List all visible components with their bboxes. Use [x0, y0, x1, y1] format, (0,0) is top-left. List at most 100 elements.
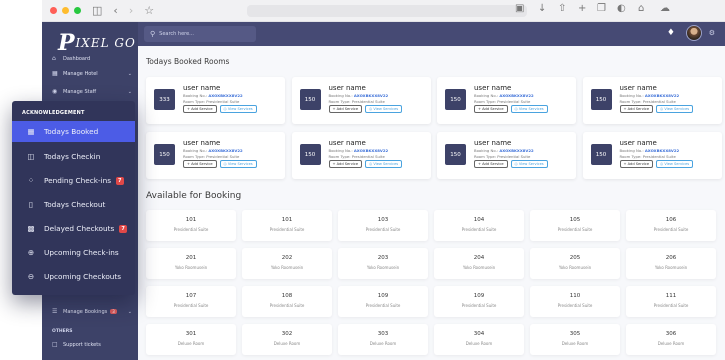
address-bar[interactable]	[247, 5, 527, 17]
available-room-card[interactable]: 104 Presidential Suite	[434, 210, 524, 241]
room-number: 305	[569, 331, 581, 337]
add-service-button[interactable]: + Add Service	[183, 105, 217, 113]
view-services-button[interactable]: ◎ View Services	[656, 105, 694, 113]
available-room-card[interactable]: 301 Deluxe Room	[146, 324, 236, 355]
booking-number: Booking No.: AXOXBKXX8V22	[619, 93, 680, 98]
booked-room-card[interactable]: 150 user name Booking No.: AXOXBKXX8V22 Roo…	[582, 77, 722, 124]
add-service-button[interactable]: + Add Service	[328, 105, 363, 113]
sidebar-toggle-icon[interactable]: ◫	[92, 5, 102, 16]
view-services-button[interactable]: ◎ View Services	[510, 160, 548, 168]
add-service-button[interactable]: + Add Service	[474, 160, 508, 168]
available-room-card[interactable]: 304 Deluxe Room	[434, 324, 524, 355]
available-room-card[interactable]: 109 Presidential Suite	[434, 286, 524, 317]
booking-number: Booking No.: AXOXBKXX8V22	[183, 93, 243, 98]
available-room-card[interactable]: 101 Presidential Suite	[146, 210, 236, 241]
room-number: 304	[473, 331, 485, 337]
add-service-button[interactable]: + Add Service	[183, 160, 217, 168]
menu-item-upcoming-checkouts[interactable]: ⊖ Upcoming Checkouts	[12, 266, 135, 287]
home-browser-icon[interactable]: ⌂	[638, 4, 644, 14]
room-number: 110	[569, 293, 581, 299]
menu-item-delayed-checkouts[interactable]: ▩ Delayed Checkouts 7	[12, 218, 135, 239]
sidebar-item-dashboard[interactable]: ⌂ Dashboard	[52, 55, 132, 62]
close-window-button[interactable]	[50, 7, 57, 14]
room-type: Room Type: Presidential Suite	[474, 154, 531, 159]
available-room-card[interactable]: 206 Yoko Roomusein	[626, 248, 716, 279]
view-services-button[interactable]: ◎ View Services	[219, 105, 257, 113]
room-type: Deluxe Room	[561, 341, 589, 346]
menu-item-todays-checkin[interactable]: ◫ Todays Checkin	[12, 146, 135, 167]
available-room-card[interactable]: 103 Presidential Suite	[338, 210, 428, 241]
available-room-card[interactable]: 203 Yoko Roomusein	[338, 248, 428, 279]
room-number: 111	[665, 293, 677, 299]
sidebar-item-manage-hotel[interactable]: ▦ Manage Hotel ⌄	[52, 70, 132, 77]
booked-room-card[interactable]: 150 user name Booking No.: AXOXBKXX8V22 Roo…	[146, 132, 285, 179]
available-room-card[interactable]: 111 Presidential Suite	[626, 286, 716, 317]
booked-room-card[interactable]: 333 user name Booking No.: AXOXBKXX8V22 Roo…	[146, 77, 285, 124]
available-room-card[interactable]: 201 Yoko Roomusein	[146, 248, 236, 279]
search-input[interactable]: ⚲ Search here...	[144, 26, 256, 42]
bell-icon[interactable]: ♦	[667, 28, 675, 38]
acknowledgement-menu: ACKNOWLEDGEMENT ▦ Todays Booked ◫ Todays C…	[12, 101, 135, 295]
available-room-card[interactable]: 107 Presidential Suite	[146, 286, 236, 317]
menu-item-todays-checkout[interactable]: ▯ Todays Checkout	[12, 194, 135, 215]
cloud-icon[interactable]: ☁	[660, 4, 670, 14]
booked-room-card[interactable]: 150 user name Booking No.: AXOXBKXX8V22 Roo…	[582, 132, 722, 179]
share-icon[interactable]: ⇧	[558, 4, 566, 14]
available-room-card[interactable]: 202 Yoko Roomusein	[242, 248, 332, 279]
room-type: Room Type: Presidential Suite	[183, 99, 240, 104]
menu-item-upcoming-check-ins[interactable]: ⊕ Upcoming Check-ins	[12, 242, 135, 263]
gear-icon[interactable]: ⚙	[709, 29, 715, 37]
room-number: 204	[473, 255, 485, 261]
room-number: 202	[281, 255, 293, 261]
app-logo[interactable]: PIXEL GO	[58, 30, 136, 56]
available-room-card[interactable]: 110 Presidential Suite	[530, 286, 620, 317]
notification-badge: 3	[110, 309, 117, 314]
sidebar-item-manage-bookings[interactable]: ☰ Manage Bookings 3 ⌄	[52, 308, 132, 315]
forward-icon[interactable]: ›	[129, 5, 133, 16]
room-type: Deluxe Room	[273, 341, 301, 346]
available-room-card[interactable]: 101 Presidential Suite	[242, 210, 332, 241]
available-room-card[interactable]: 303 Deluxe Room	[338, 324, 428, 355]
star-icon[interactable]: ☆	[144, 5, 154, 16]
available-room-card[interactable]: 204 Yoko Roomusein	[434, 248, 524, 279]
available-room-card[interactable]: 306 Deluxe Room	[626, 324, 716, 355]
available-room-card[interactable]: 302 Deluxe Room	[242, 324, 332, 355]
booked-room-card[interactable]: 150 user name Booking No.: AXOXBKXX8V22 Roo…	[437, 132, 576, 179]
sidebar-item-support-tickets[interactable]: □ Support tickets	[52, 341, 132, 348]
view-services-button[interactable]: ◎ View Services	[656, 160, 694, 168]
view-services-button[interactable]: ◎ View Services	[219, 160, 257, 168]
booked-room-card[interactable]: 150 user name Booking No.: AXOXBKXX8V22 Roo…	[291, 132, 431, 179]
new-tab-icon[interactable]: +	[578, 4, 586, 14]
available-room-card[interactable]: 108 Presidential Suite	[242, 286, 332, 317]
view-services-button[interactable]: ◎ View Services	[510, 105, 548, 113]
room-number-badge: 150	[445, 144, 466, 165]
building-icon: ▦	[52, 70, 58, 77]
booking-number: Booking No.: AXOXBKXX8V22	[183, 148, 243, 153]
minimize-window-button[interactable]	[62, 7, 69, 14]
maximize-window-button[interactable]	[74, 7, 81, 14]
shield-icon[interactable]: ◐	[617, 4, 626, 14]
available-room-card[interactable]: 205 Yoko Roomusein	[530, 248, 620, 279]
add-service-button[interactable]: + Add Service	[619, 160, 654, 168]
menu-item-todays-booked[interactable]: ▦ Todays Booked	[12, 121, 135, 142]
reader-icon[interactable]: ▣	[515, 4, 524, 14]
add-service-button[interactable]: + Add Service	[328, 160, 363, 168]
available-room-card[interactable]: 105 Presidential Suite	[530, 210, 620, 241]
avatar[interactable]	[686, 25, 702, 41]
available-room-card[interactable]: 106 Presidential Suite	[626, 210, 716, 241]
menu-item-pending-check-ins[interactable]: ⁘ Pending Check-ins 7	[12, 170, 135, 191]
sidebar-item-manage-staff[interactable]: ◉ Manage Staff ⌄	[52, 88, 132, 95]
available-room-card[interactable]: 109 Presidential Suite	[338, 286, 428, 317]
available-room-card[interactable]: 305 Deluxe Room	[530, 324, 620, 355]
add-service-button[interactable]: + Add Service	[619, 105, 654, 113]
view-services-button[interactable]: ◎ View Services	[365, 105, 403, 113]
booked-room-card[interactable]: 150 user name Booking No.: AXOXBKXX8V22 Roo…	[291, 77, 431, 124]
view-services-button[interactable]: ◎ View Services	[365, 160, 403, 168]
booking-number: Booking No.: AXOXBKXX8V22	[328, 148, 389, 153]
booked-room-card[interactable]: 150 user name Booking No.: AXOXBKXX8V22 Roo…	[437, 77, 576, 124]
back-icon[interactable]: ‹	[113, 5, 117, 16]
add-service-button[interactable]: + Add Service	[474, 105, 508, 113]
room-type: Yoko Roomusein	[174, 265, 208, 270]
download-icon[interactable]: ↓	[538, 4, 546, 14]
tabs-overview-icon[interactable]: ❐	[597, 4, 606, 14]
